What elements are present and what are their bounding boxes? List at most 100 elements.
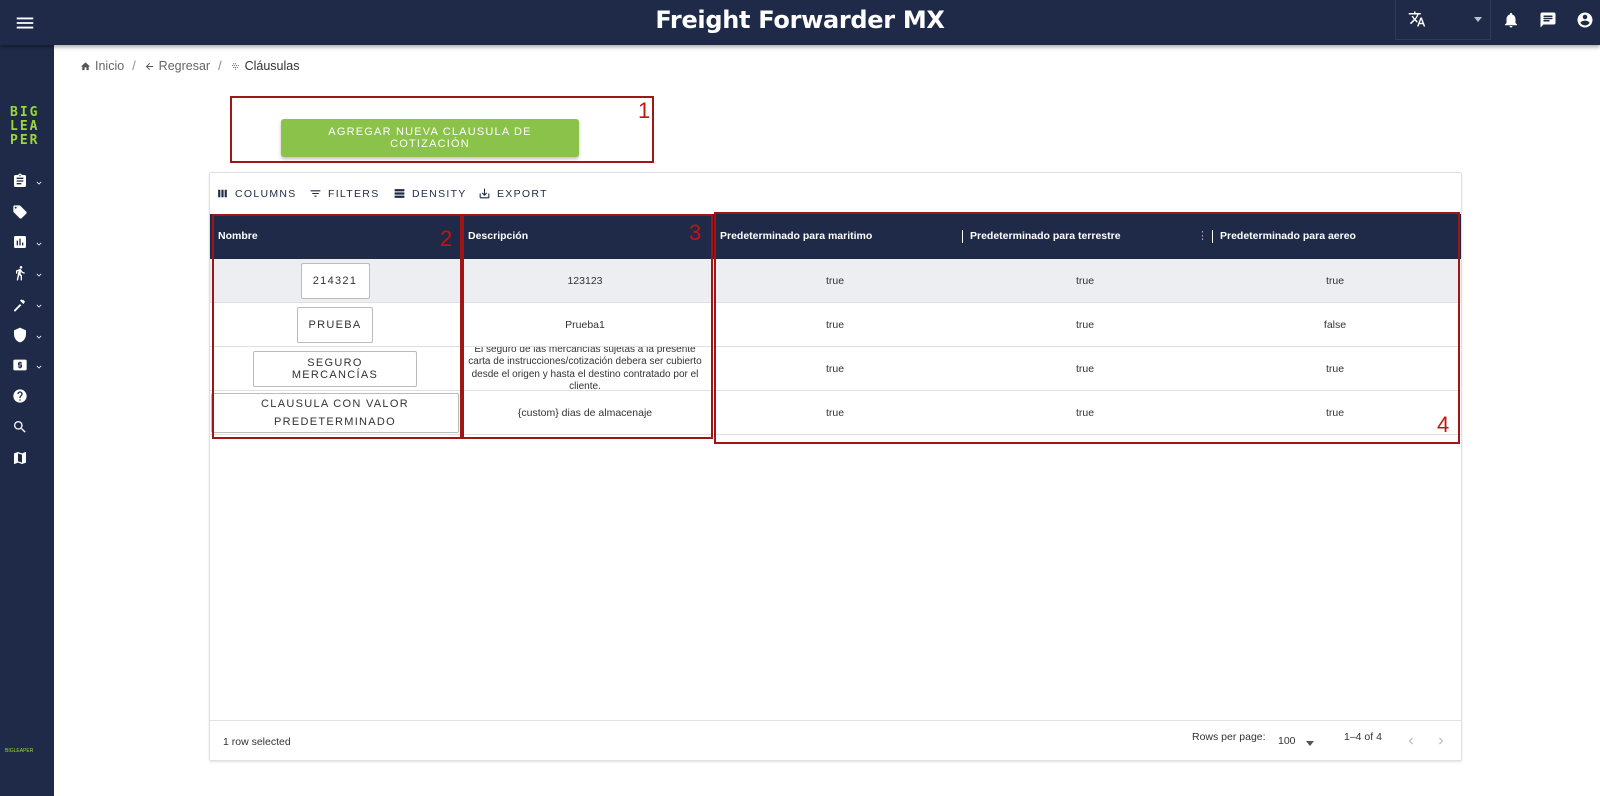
breadcrumb-separator: / (132, 59, 136, 73)
cell-aereo: true (1325, 362, 1345, 375)
sidebar-item-help[interactable] (12, 388, 48, 410)
chevron-down-icon (36, 304, 42, 308)
cell-maritimo: true (825, 362, 845, 375)
breadcrumb: Inicio / Regresar / Cláusulas (80, 59, 299, 73)
sidebar: BIG LEA PER BIGLEAPER (0, 45, 54, 796)
table-row[interactable]: PRUEBA Prueba1 true true false (210, 303, 1461, 347)
columns-button[interactable]: COLUMNS (216, 187, 297, 200)
shield-icon (14, 327, 26, 343)
breadcrumb-home-label: Inicio (95, 59, 125, 73)
clauses-data-grid: COLUMNS FILTERS DENSITY EXPORT Nombre De… (209, 172, 1462, 761)
density-icon (394, 189, 405, 198)
sidebar-item-tags[interactable] (12, 204, 48, 226)
search-icon (14, 421, 26, 433)
density-button[interactable]: DENSITY (393, 187, 467, 200)
clause-name-button[interactable]: SEGURO MERCANCÍAS (253, 350, 417, 387)
column-header-descripcion[interactable]: Descripción (468, 214, 528, 259)
clauses-icon (231, 62, 239, 70)
language-selector[interactable] (1395, 0, 1491, 40)
breadcrumb-home[interactable]: Inicio (80, 59, 124, 73)
build-settings-icon (14, 299, 25, 312)
cell-nombre: 214321 (210, 259, 460, 302)
column-header-maritimo[interactable]: Predeterminado para maritimo (720, 214, 872, 259)
map-icon (14, 452, 26, 464)
cell-maritimo: true (825, 318, 845, 331)
money-icon (13, 359, 27, 371)
chat-message-icon[interactable] (1539, 11, 1559, 31)
previous-page-icon[interactable] (1404, 734, 1418, 753)
notifications-bell-icon[interactable] (1502, 11, 1522, 31)
clause-name-button[interactable]: CLAUSULA CON VALOR PREDETERMINADO (211, 392, 459, 433)
column-separator[interactable] (962, 230, 963, 243)
cell-nombre: SEGURO MERCANCÍAS (210, 347, 460, 390)
breadcrumb-current-label: Cláusulas (244, 59, 300, 73)
cell-aereo: true (1325, 274, 1345, 287)
sidebar-item-quotes[interactable] (12, 173, 48, 195)
column-header-nombre[interactable]: Nombre (218, 214, 258, 259)
add-clause-button[interactable]: AGREGAR NUEVA CLAUSULA DE COTIZACIÓN (281, 119, 579, 157)
chevron-down-icon (1474, 17, 1482, 22)
breadcrumb-current: Cláusulas (230, 59, 300, 73)
column-header-terrestre[interactable]: Predeterminado para terrestre (970, 214, 1121, 259)
chevron-down-icon (36, 365, 42, 369)
column-header-aereo[interactable]: Predeterminado para aereo (1220, 214, 1356, 259)
sidebar-item-reports[interactable] (12, 234, 48, 256)
sidebar-item-settings[interactable] (12, 296, 48, 318)
export-button-label: EXPORT (497, 187, 548, 200)
column-menu-icon[interactable]: ⋮ (1197, 230, 1208, 243)
breadcrumb-back-label: Regresar (158, 59, 211, 73)
column-separator[interactable] (1212, 230, 1213, 243)
cell-terrestre: true (1075, 406, 1095, 419)
cell-descripcion: Prueba1 (565, 318, 605, 331)
sidebar-item-operations[interactable] (12, 265, 48, 287)
rows-per-page-label: Rows per page: (1192, 731, 1266, 743)
top-app-bar: Freight Forwarder MX (0, 0, 1600, 45)
sidebar-item-map[interactable] (12, 450, 48, 472)
annotation-number-2: 2 (440, 226, 453, 251)
chevron-down-icon (36, 242, 42, 246)
logo-line-1: BIG (10, 105, 40, 120)
selected-rows-count: 1 row selected (223, 736, 291, 748)
account-circle-icon[interactable] (1576, 11, 1596, 31)
home-icon (80, 61, 91, 70)
chevron-down-icon (36, 273, 42, 277)
person-walking-icon (16, 266, 25, 281)
help-icon (13, 389, 27, 403)
cell-descripcion: {custom} dias de almacenaje (517, 406, 653, 419)
next-page-icon[interactable] (1434, 734, 1448, 753)
cell-maritimo: true (825, 406, 845, 419)
sidebar-footer-brand: BIGLEAPER (5, 748, 34, 754)
table-row[interactable]: 214321 123123 true true true (210, 259, 1461, 303)
sidebar-item-security[interactable] (12, 327, 48, 349)
chevron-down-icon[interactable] (1306, 741, 1314, 746)
cell-nombre: CLAUSULA CON VALOR PREDETERMINADO (210, 391, 460, 434)
cell-descripcion: El seguro de las mercancías sujetas a la… (460, 347, 710, 390)
logo-line-3: PER (10, 133, 40, 148)
table-row[interactable]: CLAUSULA CON VALOR PREDETERMINADO {custo… (210, 391, 1461, 435)
filter-list-icon (310, 190, 321, 197)
cell-aereo: false (1323, 318, 1347, 331)
annotation-number-1: 1 (638, 98, 651, 123)
logo-line-2: LEA (10, 119, 40, 134)
rows-per-page-select[interactable]: 100 (1278, 735, 1296, 747)
pagination-range: 1–4 of 4 (1344, 731, 1382, 743)
breadcrumb-back[interactable]: Regresar (144, 59, 210, 73)
sidebar-item-finance[interactable] (12, 357, 48, 379)
export-button[interactable]: EXPORT (478, 187, 548, 200)
clause-name-button[interactable]: 214321 (300, 262, 370, 299)
table-footer: 1 row selected Rows per page: 100 1–4 of… (210, 720, 1461, 762)
description-text: El seguro de las mercancías sujetas a la… (468, 347, 702, 390)
cell-terrestre: true (1075, 318, 1095, 331)
clipboard-icon (14, 173, 26, 187)
cell-maritimo: true (825, 274, 845, 287)
filters-button[interactable]: FILTERS (309, 187, 380, 200)
bigleaper-logo[interactable]: BIG LEA PER (10, 106, 44, 148)
sidebar-item-search[interactable] (12, 419, 48, 441)
clause-name-button[interactable]: PRUEBA (297, 306, 373, 343)
filters-button-label: FILTERS (328, 187, 380, 200)
chevron-down-icon (36, 181, 42, 185)
arrow-back-icon (145, 62, 153, 70)
columns-button-label: COLUMNS (235, 187, 297, 200)
table-row[interactable]: SEGURO MERCANCÍAS El seguro de las merca… (210, 347, 1461, 391)
column-separator[interactable] (711, 230, 712, 243)
